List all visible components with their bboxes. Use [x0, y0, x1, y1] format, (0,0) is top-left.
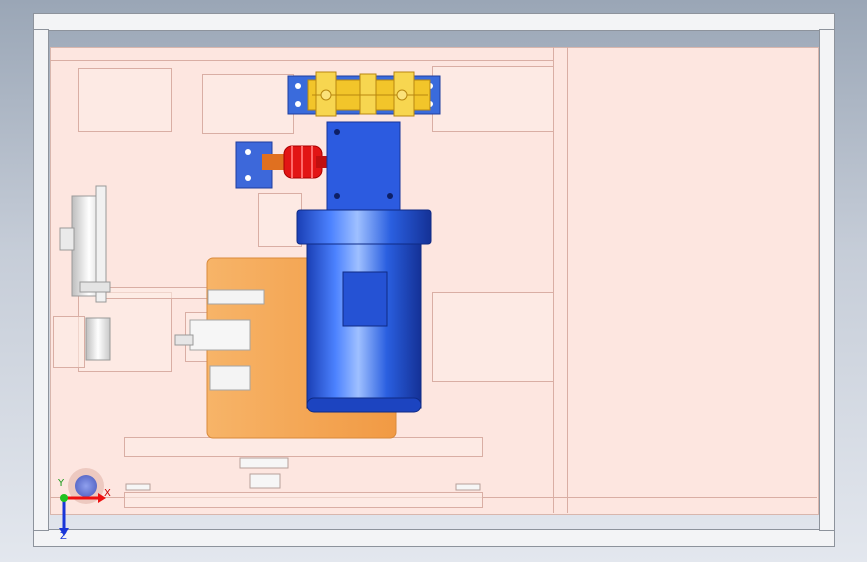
- bottom-fasteners: [125, 457, 481, 491]
- axis-triad: [59, 468, 106, 536]
- y-axis-label: Y: [58, 478, 65, 489]
- x-axis-label: X: [104, 488, 111, 499]
- electric-motor: [296, 209, 432, 413]
- linkage-mechanism: [287, 71, 441, 117]
- coupling-spring: [235, 141, 330, 189]
- cad-viewport[interactable]: X Y Z: [0, 0, 867, 562]
- z-axis-label: Z: [60, 531, 67, 542]
- model-render: [59, 71, 481, 536]
- gearbox: [326, 121, 401, 211]
- pulley-assembly: [59, 185, 111, 361]
